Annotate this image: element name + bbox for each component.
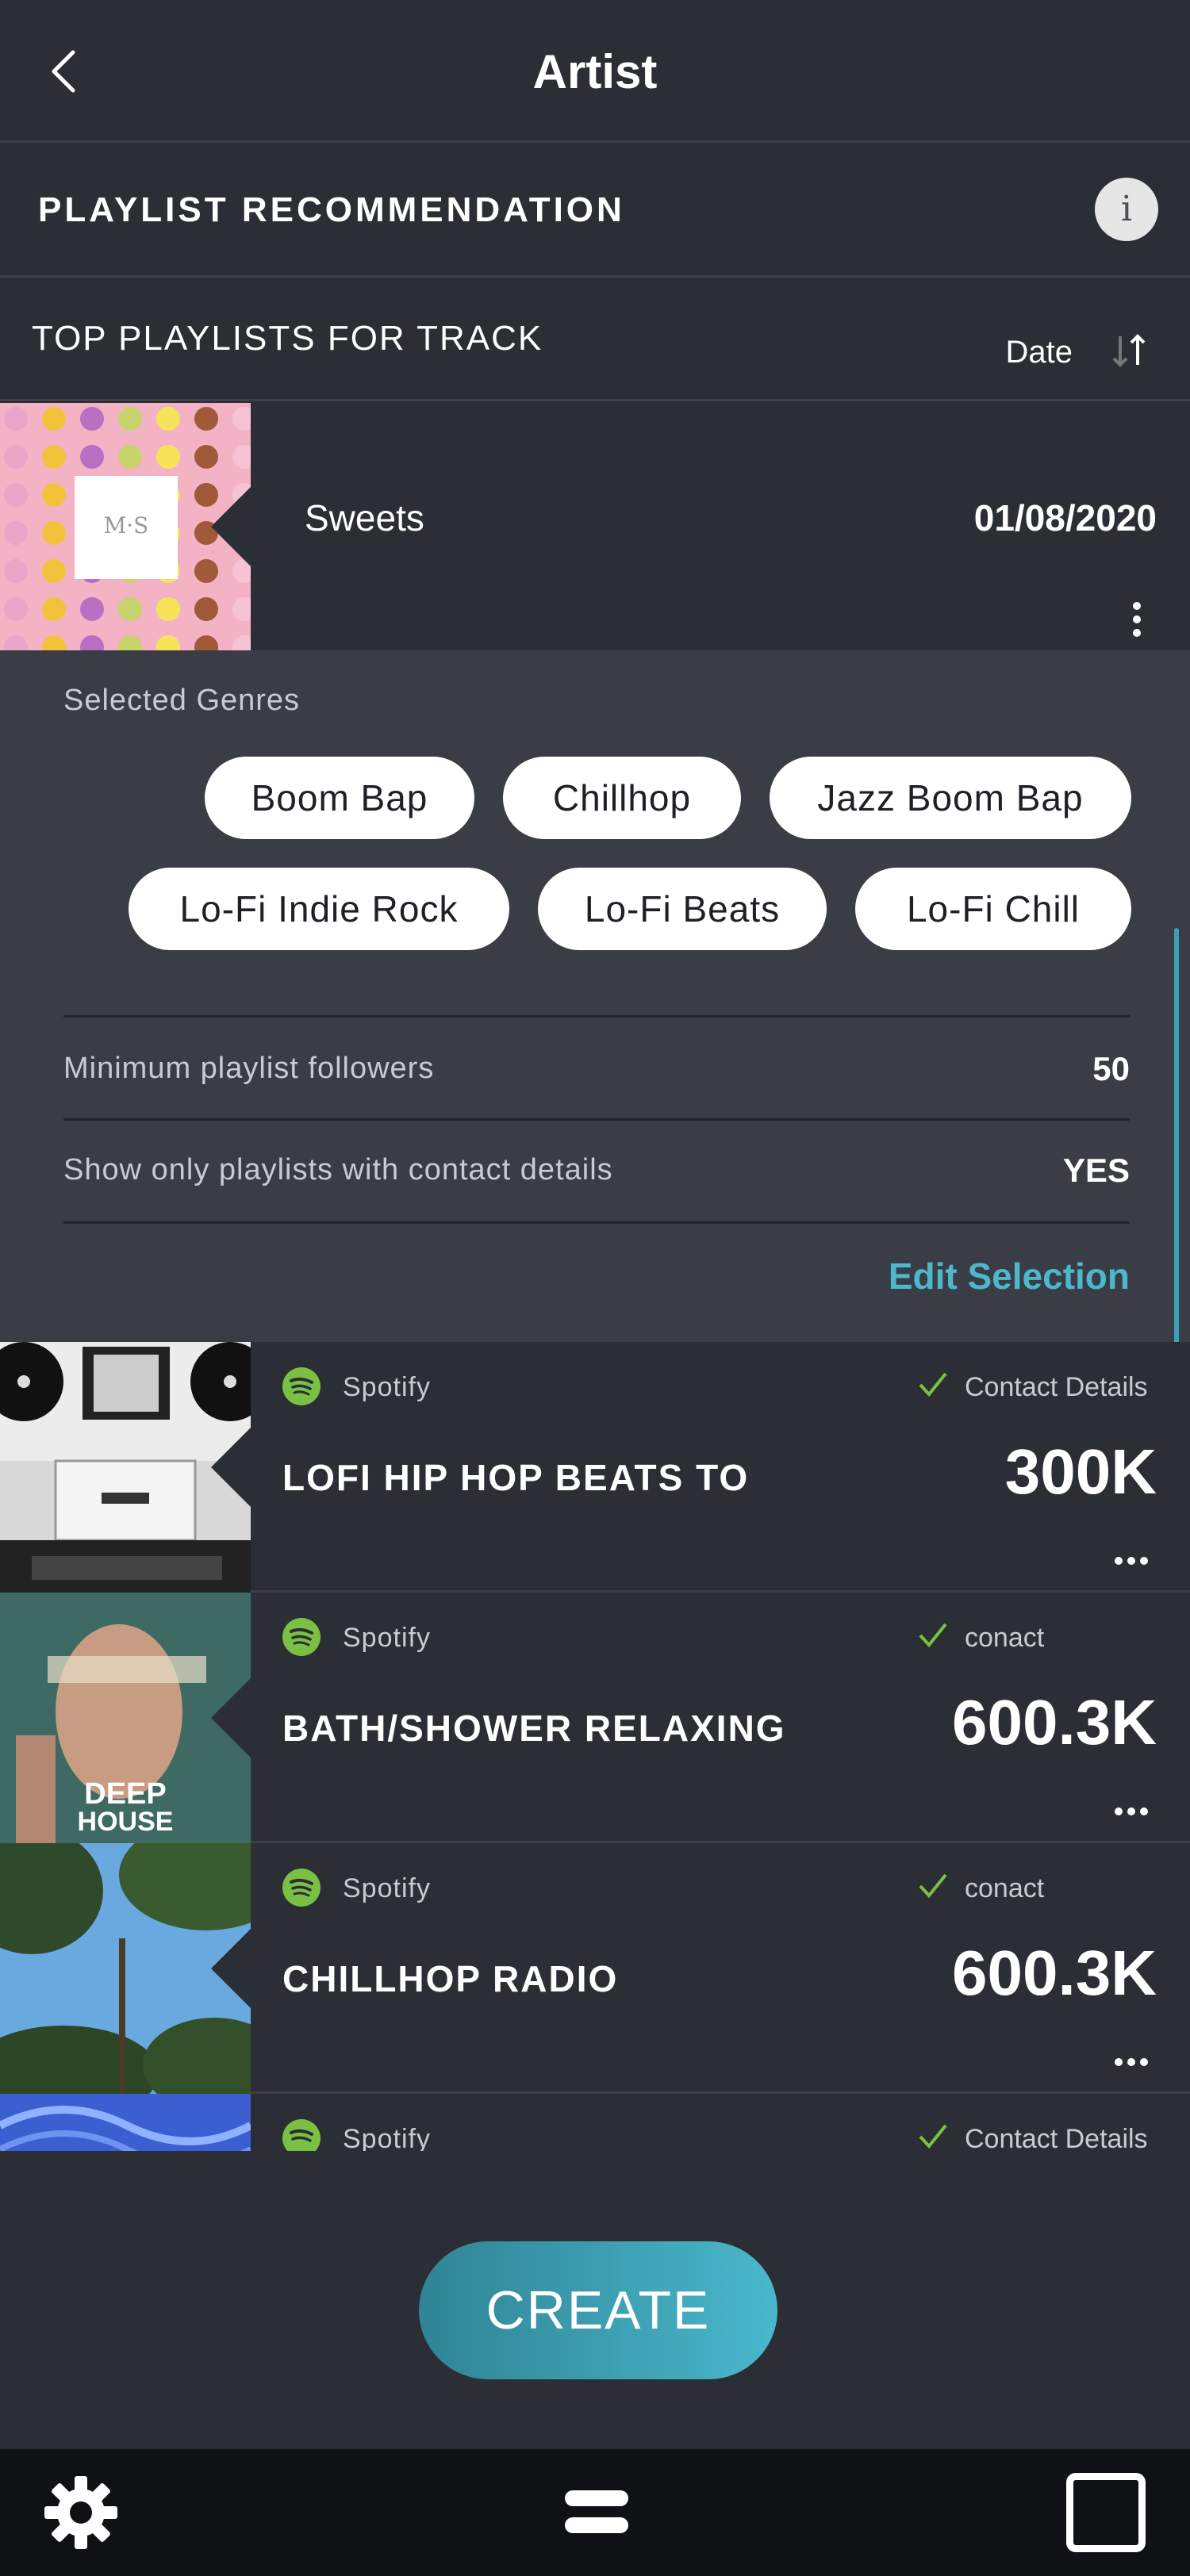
genre-chip[interactable]: Lo-Fi Chill xyxy=(855,868,1131,950)
genre-chip[interactable]: Chillhop xyxy=(503,757,741,839)
more-vertical-icon[interactable] xyxy=(1131,601,1142,638)
square-icon[interactable] xyxy=(1066,2473,1146,2552)
selected-playlist-name: Sweets xyxy=(305,497,424,539)
check-icon xyxy=(919,1623,947,1648)
min-followers-label: Minimum playlist followers xyxy=(63,1052,435,1085)
genre-chip[interactable]: Lo-Fi Beats xyxy=(538,868,827,950)
playlist-followers: 600.3K xyxy=(952,1687,1157,1758)
sort-label[interactable]: Date xyxy=(1006,335,1073,370)
playlist-row[interactable]: DEEP HOUSE Spotify conact BATH/SHOWER RE… xyxy=(0,1593,1190,1843)
selected-playlist-date: 01/08/2020 xyxy=(973,497,1157,539)
playlist-cover-sweets: M·S xyxy=(0,403,251,650)
spotify-icon xyxy=(282,1869,321,1907)
contact-label: Contact Details xyxy=(965,2124,1148,2151)
divider xyxy=(63,1118,1130,1121)
playlist-row[interactable]: Spotify conact CHILLHOP RADIO 600.3K xyxy=(0,1843,1190,2094)
source-label: Spotify xyxy=(343,2124,431,2151)
svg-text:M·S: M·S xyxy=(104,512,149,539)
genres-label: Selected Genres xyxy=(63,684,301,717)
svg-text:DEEP: DEEP xyxy=(84,1777,166,1811)
playlist-name: CHILLHOP RADIO xyxy=(282,1958,619,1999)
check-icon xyxy=(919,2124,947,2149)
source-label: Spotify xyxy=(343,1623,431,1653)
playlist-cover xyxy=(0,1342,251,1593)
more-horizontal-icon[interactable] xyxy=(1114,1556,1149,1566)
recommendation-bar: PLAYLIST RECOMMENDATION i xyxy=(0,143,1190,278)
gear-icon[interactable] xyxy=(41,2473,121,2552)
playlist-cover xyxy=(0,2094,251,2151)
playlist-followers: 300K xyxy=(1004,1436,1157,1507)
contact-label: conact xyxy=(965,1873,1045,1903)
more-horizontal-icon[interactable] xyxy=(1114,1807,1149,1816)
genre-chip[interactable]: Boom Bap xyxy=(205,757,474,839)
playlist-name: LOFI HIP HOP BEATS TO xyxy=(282,1457,750,1498)
contact-label: Contact Details xyxy=(965,1372,1148,1402)
contact-label: conact xyxy=(965,1623,1045,1653)
more-horizontal-icon[interactable] xyxy=(1114,2057,1149,2067)
recommendation-title: PLAYLIST RECOMMENDATION xyxy=(38,190,625,229)
playlist-followers: 600.3K xyxy=(952,1938,1157,2008)
info-icon[interactable]: i xyxy=(1095,178,1158,241)
playlist-name: BATH/SHOWER RELAXING xyxy=(282,1708,786,1749)
filters-panel: Selected Genres Boom Bap Chillhop Jazz B… xyxy=(0,650,1190,1342)
playlist-row[interactable]: Spotify Contact Details xyxy=(0,2094,1190,2151)
contact-only-value: YES xyxy=(1062,1152,1130,1189)
app-header: Artist xyxy=(0,0,1190,143)
create-button[interactable]: CREATE xyxy=(419,2241,777,2379)
playlist-cover: DEEP HOUSE xyxy=(0,1593,251,1843)
check-icon xyxy=(919,1873,947,1899)
min-followers-value: 50 xyxy=(1092,1050,1130,1087)
sort-arrows-icon[interactable] xyxy=(1106,328,1154,373)
divider xyxy=(63,1015,1130,1018)
check-icon xyxy=(919,1372,947,1397)
top-playlists-title: TOP PLAYLISTS FOR TRACK xyxy=(32,319,543,358)
spotify-icon xyxy=(282,1367,321,1405)
page-title: Artist xyxy=(532,45,658,98)
selected-playlist-card[interactable]: M·S Sweets 01/08/2020 xyxy=(0,403,1190,650)
divider xyxy=(63,1221,1130,1224)
genre-chip[interactable]: Jazz Boom Bap xyxy=(770,757,1131,839)
spotify-icon xyxy=(282,2119,321,2151)
svg-text:HOUSE: HOUSE xyxy=(78,1807,174,1837)
spotify-icon xyxy=(282,1618,321,1656)
source-label: Spotify xyxy=(343,1372,431,1402)
playlist-row[interactable]: Spotify Contact Details LOFI HIP HOP BEA… xyxy=(0,1342,1190,1593)
contact-only-label: Show only playlists with contact details xyxy=(63,1153,613,1186)
playlist-cover xyxy=(0,1843,251,2094)
genre-chip[interactable]: Lo-Fi Indie Rock xyxy=(129,868,509,950)
menu-icon[interactable] xyxy=(565,2486,628,2538)
edit-selection-link[interactable]: Edit Selection xyxy=(889,1255,1130,1298)
top-playlists-bar: TOP PLAYLISTS FOR TRACK Date xyxy=(0,278,1190,401)
bottom-nav xyxy=(0,2449,1190,2576)
source-label: Spotify xyxy=(343,1873,431,1903)
